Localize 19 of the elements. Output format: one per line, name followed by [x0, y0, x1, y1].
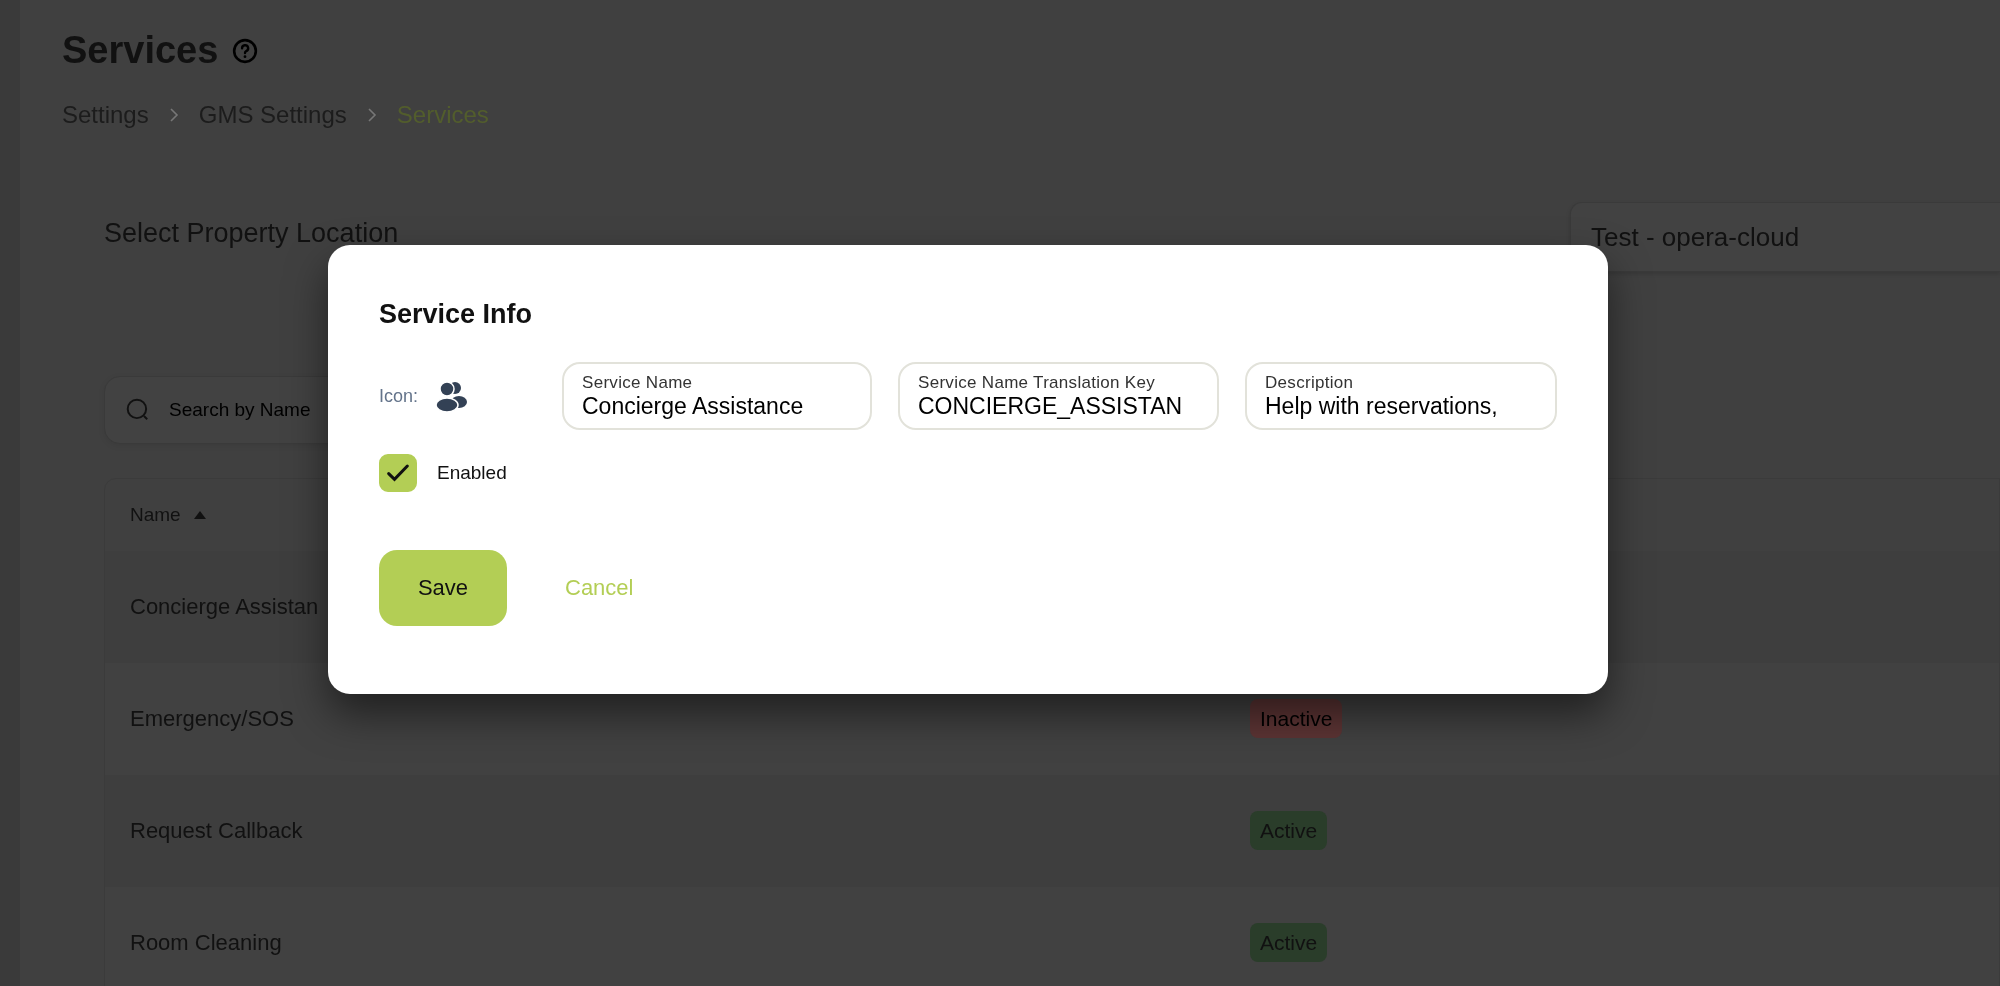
icon-label: Icon:	[379, 385, 419, 407]
search-icon	[125, 397, 151, 423]
save-button[interactable]: Save	[379, 550, 507, 626]
status-badge: Inactive	[1250, 699, 1343, 738]
chevron-right-icon	[168, 107, 179, 123]
field-input[interactable]: Concierge Assistance	[582, 392, 852, 420]
enabled-label: Enabled	[437, 462, 507, 484]
field-label: Service Name	[582, 372, 694, 393]
text-field[interactable]: Service Name Concierge Assistance	[562, 362, 872, 430]
field-label: Description	[1265, 372, 1355, 393]
field-input[interactable]: Help with reservations,	[1265, 392, 1537, 420]
field-label: Service Name Translation Key	[918, 372, 1157, 393]
enabled-checkbox[interactable]	[379, 454, 417, 492]
users-icon[interactable]	[434, 380, 469, 412]
text-field[interactable]: Service Name Translation Key CONCIERGE_ASSISTAN	[898, 362, 1219, 430]
field-input[interactable]: CONCIERGE_ASSISTAN	[918, 392, 1199, 420]
text-field[interactable]: Description Help with reservations,	[1245, 362, 1557, 430]
dialog-title: Service Info	[379, 299, 534, 330]
chevron-right-icon	[366, 107, 377, 123]
